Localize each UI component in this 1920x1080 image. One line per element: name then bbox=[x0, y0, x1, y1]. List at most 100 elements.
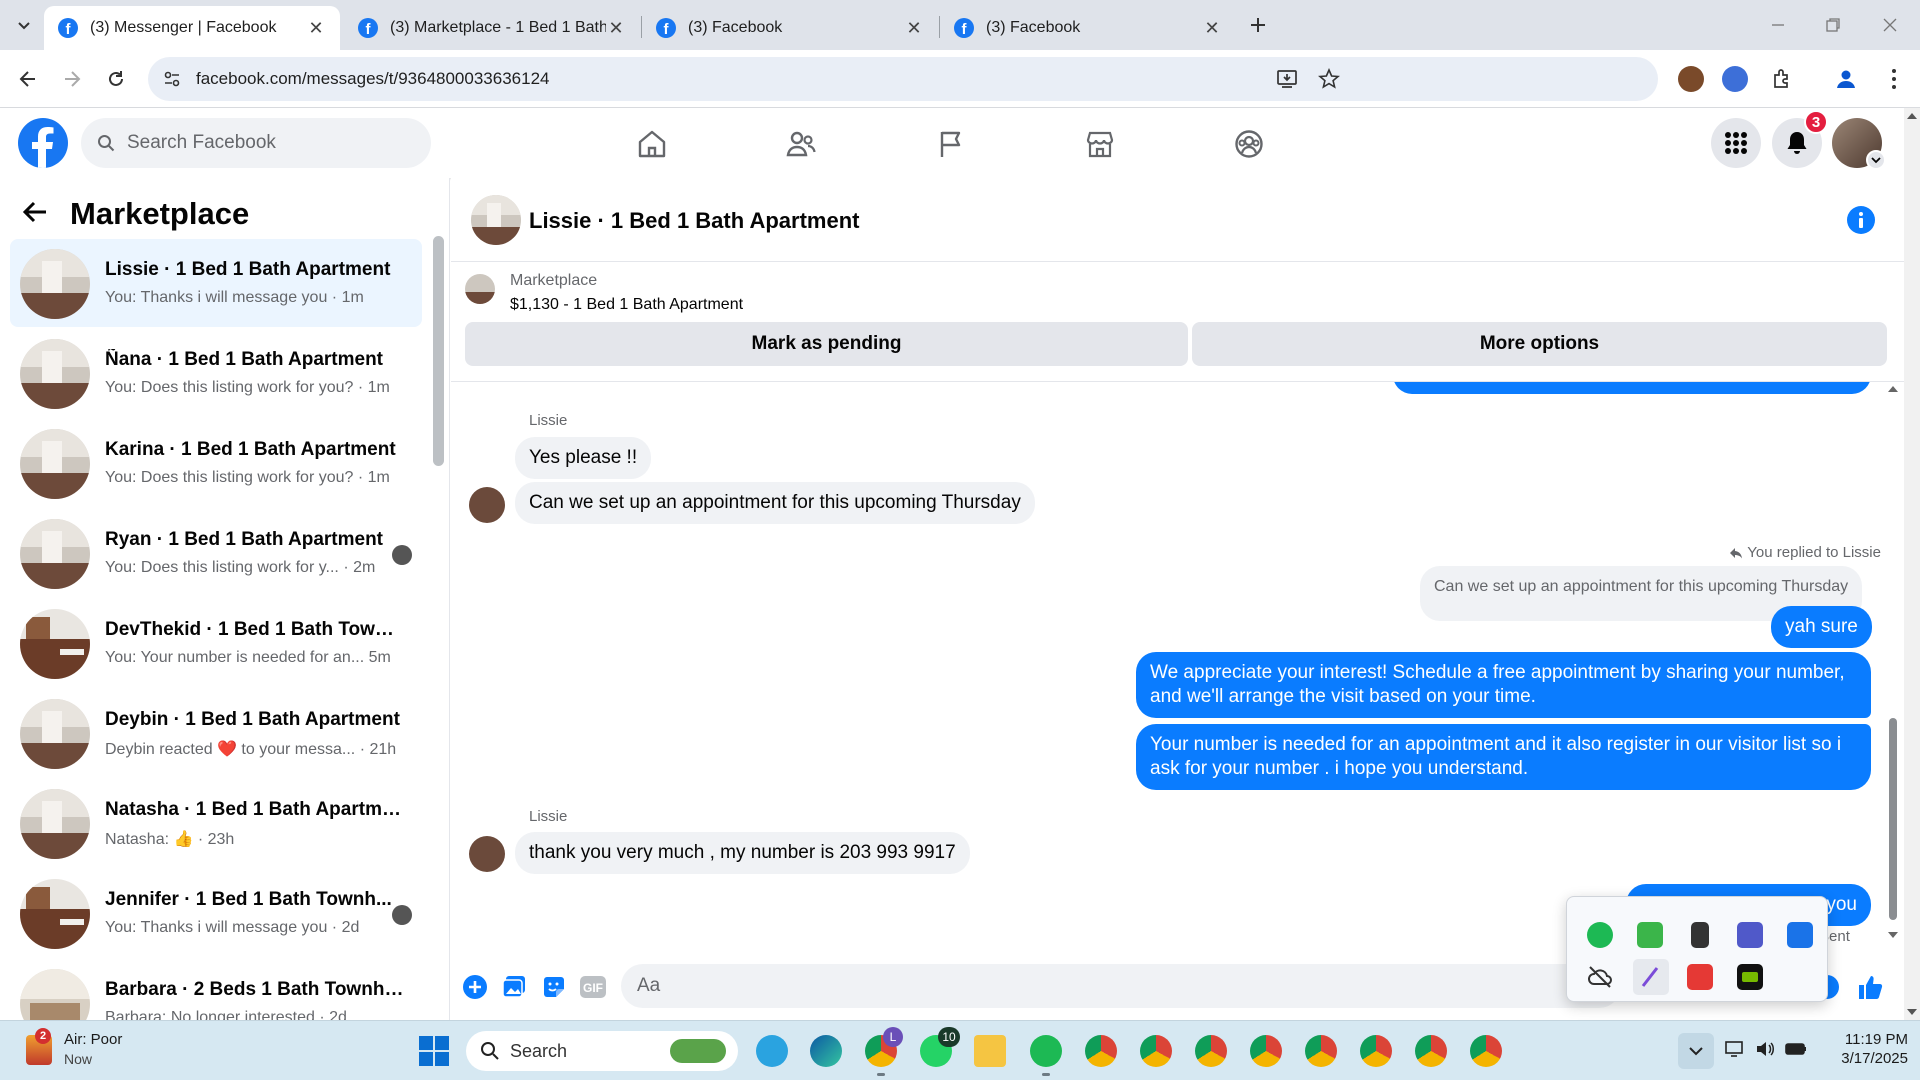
volume-icon[interactable] bbox=[1754, 1039, 1776, 1059]
mark-as-pending-button[interactable]: Mark as pending bbox=[465, 322, 1188, 366]
back-button[interactable] bbox=[10, 61, 46, 97]
tab-facebook-2[interactable]: f (3) Facebook ✕ bbox=[940, 6, 1236, 50]
conversation-item[interactable]: Jennifer · 1 Bed 1 Bath Townh... You: Th… bbox=[10, 869, 422, 957]
sticker-button[interactable] bbox=[540, 973, 568, 1001]
friends-nav-button[interactable] bbox=[783, 126, 819, 162]
gif-button[interactable]: GIF bbox=[579, 973, 607, 1001]
site-settings-icon[interactable] bbox=[162, 69, 182, 89]
bookmark-star-icon[interactable] bbox=[1318, 68, 1340, 90]
chrome-taskbar-icon[interactable] bbox=[1360, 1035, 1392, 1067]
message-input[interactable]: Aa bbox=[621, 964, 1621, 1008]
conversation-info-button[interactable] bbox=[1847, 206, 1875, 234]
taskbar-search[interactable]: Search bbox=[466, 1031, 738, 1071]
chat-listing-avatar[interactable] bbox=[471, 195, 521, 245]
conversation-item[interactable]: Karina · 1 Bed 1 Bath Apartment You: Doe… bbox=[10, 419, 422, 507]
menu-button[interactable] bbox=[1711, 118, 1761, 168]
send-like-button[interactable] bbox=[1856, 973, 1884, 1001]
chrome-taskbar-icon[interactable] bbox=[1305, 1035, 1337, 1067]
cloud-off-tray-icon[interactable] bbox=[1587, 964, 1613, 990]
conversation-item[interactable]: Lissie · 1 Bed 1 Bath Apartment You: Tha… bbox=[10, 239, 422, 327]
start-button[interactable] bbox=[418, 1035, 450, 1067]
conversation-item[interactable]: Natasha · 1 Bed 1 Bath Apartment Natasha… bbox=[10, 779, 422, 867]
tab-facebook-1[interactable]: f (3) Facebook ✕ bbox=[642, 6, 938, 50]
spotify-taskbar-icon[interactable] bbox=[1030, 1035, 1062, 1067]
account-avatar[interactable] bbox=[1832, 118, 1886, 170]
more-actions-button[interactable] bbox=[461, 973, 489, 1001]
file-explorer-taskbar-icon[interactable] bbox=[974, 1035, 1006, 1067]
conversation-item[interactable]: DevThekid · 1 Bed 1 Bath Townh... You: Y… bbox=[10, 599, 422, 687]
tab-marketplace[interactable]: f (3) Marketplace - 1 Bed 1 Bath ✕ bbox=[344, 6, 640, 50]
message-bubble-outgoing[interactable]: We appreciate your interest! Schedule a … bbox=[1136, 652, 1871, 718]
minimize-window-button[interactable] bbox=[1760, 7, 1796, 43]
message-bubble-outgoing[interactable]: Your number is needed for an appointment… bbox=[1136, 724, 1871, 790]
edge-taskbar-icon[interactable] bbox=[810, 1035, 842, 1067]
chat-scrollbar-thumb[interactable] bbox=[1889, 718, 1897, 920]
vpn-extension-icon[interactable] bbox=[1722, 66, 1748, 92]
pen-tray-icon[interactable] bbox=[1633, 959, 1669, 995]
attach-photo-button[interactable] bbox=[500, 973, 528, 1001]
usb-tray-icon[interactable] bbox=[1691, 922, 1709, 948]
notifications-button[interactable]: 3 bbox=[1772, 110, 1828, 168]
address-bar[interactable]: facebook.com/messages/t/9364800033636124 bbox=[148, 57, 1658, 101]
tab-search-button[interactable] bbox=[8, 7, 40, 43]
defender-tray-icon[interactable] bbox=[1787, 922, 1813, 948]
cookie-extension-icon[interactable] bbox=[1678, 66, 1704, 92]
new-tab-button[interactable] bbox=[1240, 7, 1276, 43]
chrome-taskbar-icon[interactable] bbox=[1470, 1035, 1502, 1067]
chrome-taskbar-icon[interactable] bbox=[1140, 1035, 1172, 1067]
close-icon[interactable]: ✕ bbox=[606, 18, 626, 39]
sender-avatar[interactable] bbox=[469, 487, 505, 523]
profile-button[interactable] bbox=[1828, 61, 1864, 97]
spotify-tray-icon[interactable] bbox=[1587, 922, 1613, 948]
chrome-taskbar-icon[interactable] bbox=[1195, 1035, 1227, 1067]
message-bubble-outgoing[interactable]: yah sure bbox=[1771, 606, 1872, 648]
message-bubble-incoming[interactable]: thank you very much , my number is 203 9… bbox=[515, 832, 970, 874]
weather-widget[interactable]: 2 Air: Poor Now bbox=[20, 1028, 240, 1073]
chrome-profile-taskbar-icon[interactable]: L bbox=[865, 1027, 903, 1067]
nvidia-tray-icon[interactable] bbox=[1737, 964, 1763, 990]
battery-icon[interactable] bbox=[1784, 1039, 1808, 1059]
chrome-taskbar-icon[interactable] bbox=[1415, 1035, 1447, 1067]
marketplace-nav-button[interactable] bbox=[1082, 126, 1118, 162]
page-scrollbar[interactable] bbox=[1904, 108, 1920, 1020]
sidebar-scrollbar[interactable] bbox=[433, 236, 444, 466]
close-icon[interactable]: ✕ bbox=[1202, 18, 1222, 39]
show-hidden-icons-button[interactable] bbox=[1678, 1033, 1714, 1069]
telegram-taskbar-icon[interactable] bbox=[756, 1035, 788, 1067]
anydesk-tray-icon[interactable] bbox=[1687, 964, 1713, 990]
chat-scrollbar[interactable] bbox=[1886, 382, 1900, 952]
sender-avatar[interactable] bbox=[469, 836, 505, 872]
conversation-item[interactable]: Deybin · 1 Bed 1 Bath Apartment Deybin r… bbox=[10, 689, 422, 777]
listing-thumbnail[interactable] bbox=[465, 274, 495, 304]
forward-button[interactable] bbox=[54, 61, 90, 97]
conversation-item[interactable]: Ryan · 1 Bed 1 Bath Apartment You: Does … bbox=[10, 509, 422, 597]
message-bubble-incoming[interactable]: Can we set up an appointment for this up… bbox=[515, 482, 1035, 524]
more-options-button[interactable]: More options bbox=[1192, 322, 1887, 366]
conversation-item[interactable]: Barbara · 2 Beds 1 Bath Townho... Barbar… bbox=[10, 959, 422, 1020]
security-tray-icon[interactable] bbox=[1637, 922, 1663, 948]
facebook-logo-icon[interactable] bbox=[18, 118, 68, 168]
install-app-icon[interactable] bbox=[1276, 68, 1298, 90]
facebook-search-input[interactable]: Search Facebook bbox=[81, 118, 431, 168]
back-arrow-button[interactable] bbox=[22, 200, 48, 224]
reload-button[interactable] bbox=[98, 61, 134, 97]
restore-window-button[interactable] bbox=[1815, 7, 1851, 43]
network-icon[interactable] bbox=[1724, 1039, 1746, 1059]
close-window-button[interactable] bbox=[1872, 7, 1908, 43]
listing-title[interactable]: $1,130 - 1 Bed 1 Bath Apartment bbox=[510, 296, 743, 314]
home-nav-button[interactable] bbox=[634, 126, 670, 162]
tab-messenger[interactable]: f (3) Messenger | Facebook ✕ bbox=[44, 6, 340, 50]
chat-title[interactable]: Lissie · 1 Bed 1 Bath Apartment bbox=[529, 208, 859, 234]
conversation-item[interactable]: Ñana · 1 Bed 1 Bath Apartment You: Does … bbox=[10, 329, 422, 417]
taskbar-clock[interactable]: 11:19 PM 3/17/2025 bbox=[1808, 1031, 1908, 1067]
chrome-taskbar-icon[interactable] bbox=[1250, 1035, 1282, 1067]
browser-menu-button[interactable] bbox=[1876, 61, 1912, 97]
extensions-button[interactable] bbox=[1764, 61, 1800, 97]
teams-tray-icon[interactable] bbox=[1737, 922, 1763, 948]
message-bubble-incoming[interactable]: Yes please !! bbox=[515, 437, 652, 479]
whatsapp-taskbar-icon[interactable]: 10 bbox=[920, 1027, 960, 1067]
pages-nav-button[interactable] bbox=[933, 126, 969, 162]
chrome-taskbar-icon[interactable] bbox=[1085, 1035, 1117, 1067]
groups-nav-button[interactable] bbox=[1231, 126, 1267, 162]
close-icon[interactable]: ✕ bbox=[306, 18, 326, 39]
